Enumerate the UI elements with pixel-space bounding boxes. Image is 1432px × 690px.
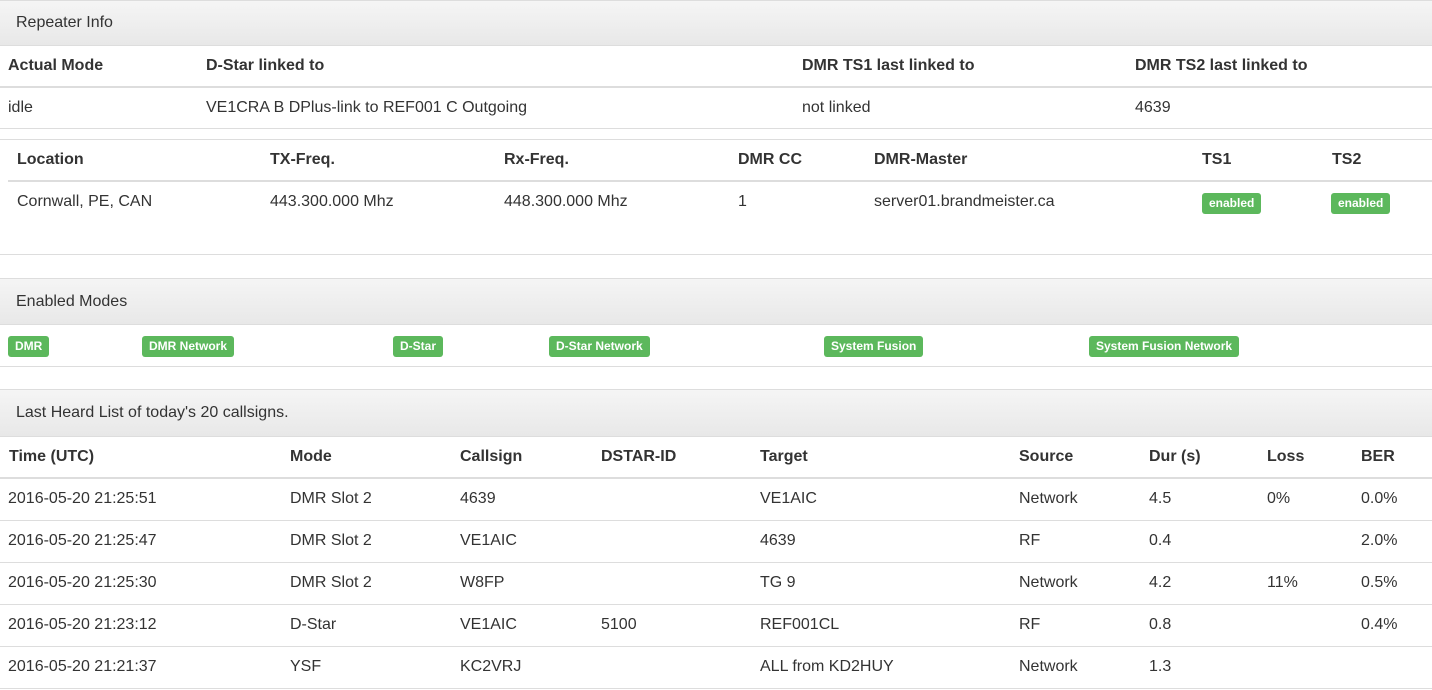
- cell-callsign: VE1AIC: [460, 616, 517, 633]
- actual-mode-value: idle: [8, 99, 33, 116]
- dmr-ts2-linked-value: 4639: [1135, 99, 1171, 116]
- cell-ber: 0.4%: [1361, 616, 1398, 633]
- cell-dstar-id: 5100: [601, 616, 637, 633]
- mode-badge-system-fusion-network: System Fusion Network: [1089, 336, 1240, 357]
- cell-source: Network: [1019, 490, 1078, 507]
- header-duration: Dur (s): [1149, 448, 1201, 465]
- header-dstar-linked: D-Star linked to: [206, 57, 325, 74]
- enabled-modes-row: DMR DMR Network D-Star D-Star Network Sy…: [0, 325, 1432, 367]
- dmr-master-value: server01.brandmeister.ca: [874, 193, 1055, 210]
- mode-badge-dstar: D-Star: [393, 336, 444, 357]
- cell-callsign: VE1AIC: [460, 532, 517, 549]
- cell-time: 2016-05-20 21:25:47: [8, 532, 157, 549]
- cell-mode: DMR Slot 2: [290, 574, 372, 591]
- cell-mode: YSF: [290, 658, 322, 675]
- cell-source: RF: [1019, 616, 1041, 633]
- cell-callsign: KC2VRJ: [460, 658, 522, 675]
- cell-duration: 4.2: [1149, 574, 1172, 591]
- cell-source: RF: [1019, 532, 1041, 549]
- cell-time: 2016-05-20 21:25:51: [8, 490, 157, 507]
- enabled-modes-heading: Enabled Modes: [0, 278, 1432, 325]
- repeater-info-value-row: idle VE1CRA B DPlus-link to REF001 C Out…: [0, 88, 1432, 129]
- cell-source: Network: [1019, 574, 1078, 591]
- cell-time: 2016-05-20 21:23:12: [8, 616, 157, 633]
- cell-duration: 1.3: [1149, 658, 1172, 675]
- cell-duration: 4.5: [1149, 490, 1172, 507]
- rx-freq-value: 448.300.000 Mhz: [504, 193, 628, 210]
- cell-ber: 0.0%: [1361, 490, 1398, 507]
- last-heard-title: Last Heard List of today's 20 callsigns.: [16, 404, 289, 421]
- enabled-modes-title: Enabled Modes: [16, 293, 128, 310]
- cell-callsign: 4639: [460, 490, 496, 507]
- header-rx-freq: Rx-Freq.: [504, 151, 569, 168]
- dstar-linked-value: VE1CRA B DPlus-link to REF001 C Outgoing: [206, 99, 528, 116]
- mode-badge-system-fusion: System Fusion: [824, 336, 924, 357]
- cell-duration: 0.8: [1149, 616, 1172, 633]
- cell-loss: 11%: [1267, 574, 1298, 591]
- header-dmr-ts1-linked: DMR TS1 last linked to: [802, 57, 975, 74]
- header-tx-freq: TX-Freq.: [270, 151, 335, 168]
- header-ber: BER: [1361, 448, 1395, 465]
- repeater-info-title: Repeater Info: [16, 14, 113, 31]
- header-location: Location: [17, 151, 84, 168]
- ts1-status-badge: enabled: [1202, 193, 1262, 214]
- location-table-bottom-border: [0, 254, 1432, 255]
- cell-loss: 0%: [1267, 490, 1291, 507]
- cell-mode: D-Star: [290, 616, 337, 633]
- cell-duration: 0.4: [1149, 532, 1172, 549]
- repeater-info-heading: Repeater Info: [0, 0, 1432, 46]
- cell-target: REF001CL: [760, 616, 840, 633]
- header-dstar-id: DSTAR-ID: [601, 448, 677, 465]
- cell-target: TG 9: [760, 574, 796, 591]
- cell-time: 2016-05-20 21:21:37: [8, 658, 157, 675]
- cell-ber: 2.0%: [1361, 532, 1398, 549]
- header-ts1: TS1: [1202, 151, 1232, 168]
- header-callsign: Callsign: [460, 448, 523, 465]
- cell-time: 2016-05-20 21:25:30: [8, 574, 157, 591]
- mode-badge-dmr: DMR: [8, 336, 50, 357]
- mode-badge-dmr-network: DMR Network: [142, 336, 235, 357]
- header-dmr-cc: DMR CC: [738, 151, 802, 168]
- cell-mode: DMR Slot 2: [290, 532, 372, 549]
- location-value: Cornwall, PE, CAN: [17, 193, 153, 210]
- last-heard-heading: Last Heard List of today's 20 callsigns.: [0, 389, 1432, 437]
- table-row: 2016-05-20 21:21:37 YSF KC2VRJ ALL from …: [0, 647, 1432, 689]
- cell-source: Network: [1019, 658, 1078, 675]
- tx-freq-value: 443.300.000 Mhz: [270, 193, 394, 210]
- table-row: 2016-05-20 21:25:47 DMR Slot 2 VE1AIC 46…: [0, 521, 1432, 563]
- mode-badge-dstar-network: D-Star Network: [549, 336, 650, 357]
- cell-target: VE1AIC: [760, 490, 817, 507]
- header-ts2: TS2: [1332, 151, 1362, 168]
- repeater-info-header-row: Actual Mode D-Star linked to DMR TS1 las…: [0, 46, 1432, 88]
- cell-callsign: W8FP: [460, 574, 505, 591]
- location-header-row: Location TX-Freq. Rx-Freq. DMR CC DMR-Ma…: [8, 140, 1432, 182]
- table-row: 2016-05-20 21:25:51 DMR Slot 2 4639 VE1A…: [0, 479, 1432, 521]
- header-actual-mode: Actual Mode: [8, 57, 104, 74]
- header-time-utc: Time (UTC): [9, 448, 95, 465]
- header-dmr-ts2-linked: DMR TS2 last linked to: [1135, 57, 1308, 74]
- header-loss: Loss: [1267, 448, 1305, 465]
- table-row: 2016-05-20 21:23:12 D-Star VE1AIC 5100 R…: [0, 605, 1432, 647]
- cell-target: 4639: [760, 532, 796, 549]
- header-dmr-master: DMR-Master: [874, 151, 968, 168]
- table-row: 2016-05-20 21:25:30 DMR Slot 2 W8FP TG 9…: [0, 563, 1432, 605]
- last-heard-header-row: Time (UTC) Mode Callsign DSTAR-ID Target…: [0, 437, 1432, 479]
- header-source: Source: [1019, 448, 1074, 465]
- cell-ber: 0.5%: [1361, 574, 1398, 591]
- header-target: Target: [760, 448, 808, 465]
- ts2-status-badge: enabled: [1331, 193, 1391, 214]
- dmr-ts1-linked-value: not linked: [802, 99, 871, 116]
- dmr-cc-value: 1: [738, 193, 747, 210]
- location-value-row: Cornwall, PE, CAN 443.300.000 Mhz 448.30…: [0, 182, 1432, 222]
- header-mode: Mode: [290, 448, 332, 465]
- cell-mode: DMR Slot 2: [290, 490, 372, 507]
- cell-target: ALL from KD2HUY: [760, 658, 894, 675]
